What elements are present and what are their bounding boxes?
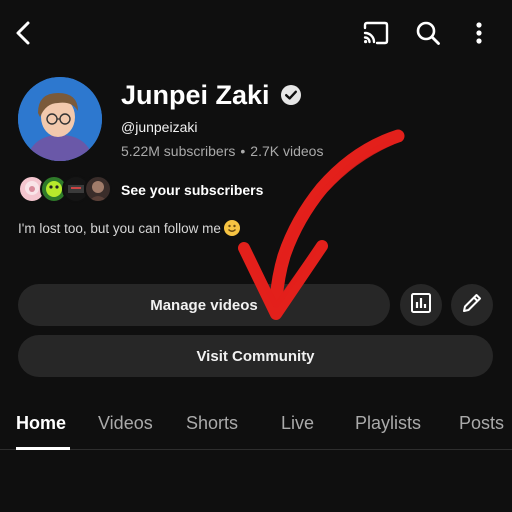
- see-subscribers-link[interactable]: See your subscribers: [121, 182, 263, 198]
- channel-avatar[interactable]: [18, 77, 102, 161]
- cast-icon[interactable]: [360, 18, 392, 48]
- smiley-emoji-icon: [223, 220, 240, 236]
- tab-posts[interactable]: Posts: [459, 413, 504, 434]
- analytics-button[interactable]: [400, 284, 442, 326]
- tab-playlists[interactable]: Playlists: [355, 413, 421, 434]
- tab-shorts[interactable]: Shorts: [186, 413, 238, 434]
- back-arrow-icon[interactable]: [8, 17, 38, 49]
- search-icon[interactable]: [413, 18, 443, 48]
- top-app-bar: [0, 0, 512, 64]
- manage-videos-button[interactable]: Manage videos: [18, 284, 390, 326]
- video-count: 2.7K videos: [250, 143, 324, 159]
- more-vertical-icon[interactable]: [468, 18, 490, 48]
- channel-name: Junpei Zaki: [121, 80, 270, 110]
- tab-home[interactable]: Home: [16, 413, 66, 434]
- channel-tabs: Home Videos Shorts Live Playlists Posts: [0, 400, 512, 450]
- channel-stats: 5.22M subscribers • 2.7K videos: [121, 143, 323, 159]
- verified-check-icon: [280, 84, 302, 106]
- subscriber-avatar: [84, 175, 112, 203]
- edit-channel-button[interactable]: [451, 284, 493, 326]
- manage-videos-label: Manage videos: [150, 296, 258, 314]
- tab-live[interactable]: Live: [281, 413, 314, 434]
- channel-bio[interactable]: I'm lost too, but you can follow me: [18, 220, 240, 236]
- bio-text: I'm lost too, but you can follow me: [18, 221, 221, 236]
- subscriber-count: 5.22M subscribers: [121, 143, 236, 159]
- subscriber-avatars[interactable]: [18, 175, 114, 205]
- visit-community-button[interactable]: Visit Community: [18, 335, 493, 377]
- tab-videos[interactable]: Videos: [98, 413, 153, 434]
- analytics-icon: [410, 292, 432, 318]
- active-tab-indicator: [16, 447, 70, 450]
- channel-handle: @junpeizaki: [121, 119, 198, 135]
- visit-community-label: Visit Community: [196, 347, 315, 365]
- pencil-icon: [461, 292, 483, 318]
- stats-separator: •: [240, 143, 246, 159]
